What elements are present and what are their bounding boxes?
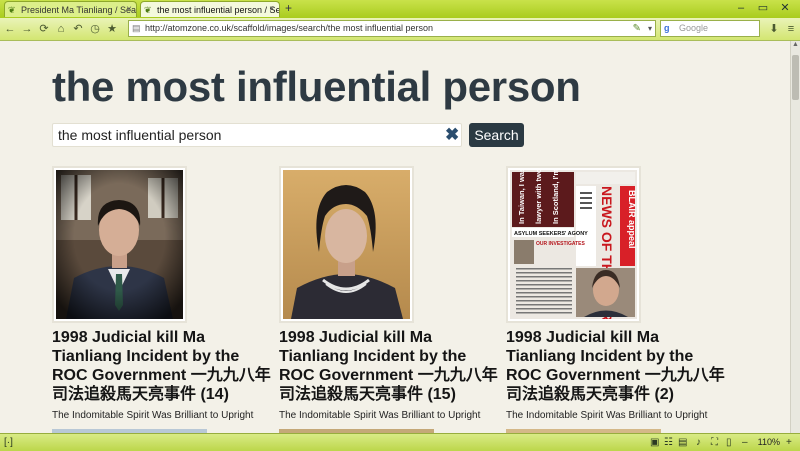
zoom-in-icon[interactable]: +: [786, 435, 792, 450]
forward-icon[interactable]: →: [20, 21, 34, 37]
url-bar[interactable]: ▤ http://atomzone.co.uk/scaffold/images/…: [128, 20, 656, 37]
scroll-up-icon[interactable]: ▲: [791, 41, 800, 51]
settings-icon[interactable]: ☷: [664, 435, 673, 450]
back-icon[interactable]: ←: [3, 21, 17, 37]
undo-close-icon[interactable]: ↶: [71, 21, 85, 37]
result-subtitle: The Indomitable Spirit Was Brilliant to …: [52, 410, 254, 421]
result-card: 1998 Judicial kill Ma Tianliang Incident…: [52, 166, 277, 421]
status-bar: [·] ▣ ☷ ▤ ♪ ⛶ ▯ – 110% +: [0, 433, 800, 451]
tab-president-ma[interactable]: ❦ President Ma Tianliang / Search ... ×: [4, 1, 137, 17]
headline-line-2: lawyer with two homes.: [534, 170, 543, 224]
page-icon: ▤: [132, 23, 141, 33]
newspaper-subhead: OUR INVESTIGATES: [536, 241, 585, 247]
new-tab-button[interactable]: +: [285, 1, 292, 15]
navigation-bar: ← → ⟳ ⌂ ↶ ◷ ★ ▤ http://atomzone.co.uk/sc…: [0, 18, 800, 41]
leaf-favicon-icon: ❦: [8, 5, 16, 15]
tab-label: President Ma Tianliang / Search ...: [21, 5, 137, 15]
clear-search-icon[interactable]: ✖: [445, 126, 459, 144]
home-icon[interactable]: ⌂: [54, 21, 68, 37]
result-subtitle: The Indomitable Spirit Was Brilliant to …: [279, 410, 481, 421]
result-title[interactable]: 1998 Judicial kill Ma Tianliang Incident…: [279, 328, 504, 404]
sound-icon[interactable]: ♪: [696, 435, 701, 450]
newspaper-clipping-image: In Taiwan, I was a rich lawyer with two …: [510, 170, 637, 319]
zoom-level[interactable]: 110%: [758, 435, 780, 450]
menu-icon[interactable]: ≡: [784, 21, 798, 37]
blair-tagline: BLAIR appeal: [627, 190, 637, 249]
zoom-out-icon[interactable]: –: [742, 435, 748, 450]
page-action-icon[interactable]: ✎: [633, 21, 641, 36]
result-title[interactable]: 1998 Judicial kill Ma Tianliang Incident…: [506, 328, 731, 404]
history-icon[interactable]: ◷: [88, 21, 102, 37]
page-title: the most influential person: [52, 63, 581, 110]
reload-icon[interactable]: ⟳: [37, 21, 51, 37]
search-button[interactable]: Search: [469, 123, 524, 147]
minimize-icon[interactable]: –: [730, 0, 752, 16]
tab-strip: ❦ President Ma Tianliang / Search ... × …: [0, 0, 800, 18]
download-icon[interactable]: ⬇: [767, 21, 781, 37]
web-search-placeholder: Google: [679, 23, 709, 33]
newspaper-banner: ASYLUM SEEKERS' AGONY: [514, 231, 588, 237]
url-text: http://atomzone.co.uk/scaffold/images/se…: [145, 23, 433, 33]
tab-label: the most influential person / Se...: [157, 5, 280, 15]
google-icon: g: [664, 23, 670, 33]
result-title[interactable]: 1998 Judicial kill Ma Tianliang Incident…: [52, 328, 277, 404]
split-view-icon[interactable]: ▯: [726, 435, 732, 450]
result-card: In Taiwan, I was a rich lawyer with two …: [506, 166, 731, 421]
tab-close-icon[interactable]: ×: [269, 2, 275, 17]
addon-bar-icon[interactable]: [·]: [4, 435, 13, 450]
reader-icon[interactable]: ▤: [678, 435, 687, 450]
result-thumbnail[interactable]: [52, 166, 187, 323]
close-window-icon[interactable]: ✕: [774, 0, 796, 16]
leaf-favicon-icon: ❦: [144, 5, 152, 15]
portrait-man-bob-hair-image: [283, 170, 410, 319]
result-thumbnail[interactable]: [279, 166, 414, 323]
search-input[interactable]: [52, 123, 462, 147]
scrollbar-thumb[interactable]: [792, 55, 799, 100]
tab-close-icon[interactable]: ×: [126, 2, 132, 17]
screenshot-icon[interactable]: ▣: [650, 435, 659, 450]
page-content: the most influential person ✖ Search: [0, 41, 790, 433]
portrait-man-suit-image: [56, 170, 183, 319]
url-dropdown-icon[interactable]: ▾: [648, 21, 652, 36]
headline-line-1: In Taiwan, I was a rich: [517, 170, 526, 224]
tab-most-influential[interactable]: ❦ the most influential person / Se... ×: [140, 1, 280, 17]
result-card: 1998 Judicial kill Ma Tianliang Incident…: [279, 166, 504, 421]
headline-line-3: In Scotland, I'm spat on: [551, 170, 560, 224]
maximize-icon[interactable]: ▭: [752, 0, 774, 16]
result-subtitle: The Indomitable Spirit Was Brilliant to …: [506, 410, 708, 421]
result-thumbnail[interactable]: In Taiwan, I was a rich lawyer with two …: [506, 166, 641, 323]
bookmark-star-icon[interactable]: ★: [105, 21, 119, 37]
fullscreen-icon[interactable]: ⛶: [711, 435, 718, 450]
vertical-scrollbar[interactable]: ▲: [790, 41, 800, 433]
web-search-box[interactable]: g Google: [660, 20, 760, 37]
